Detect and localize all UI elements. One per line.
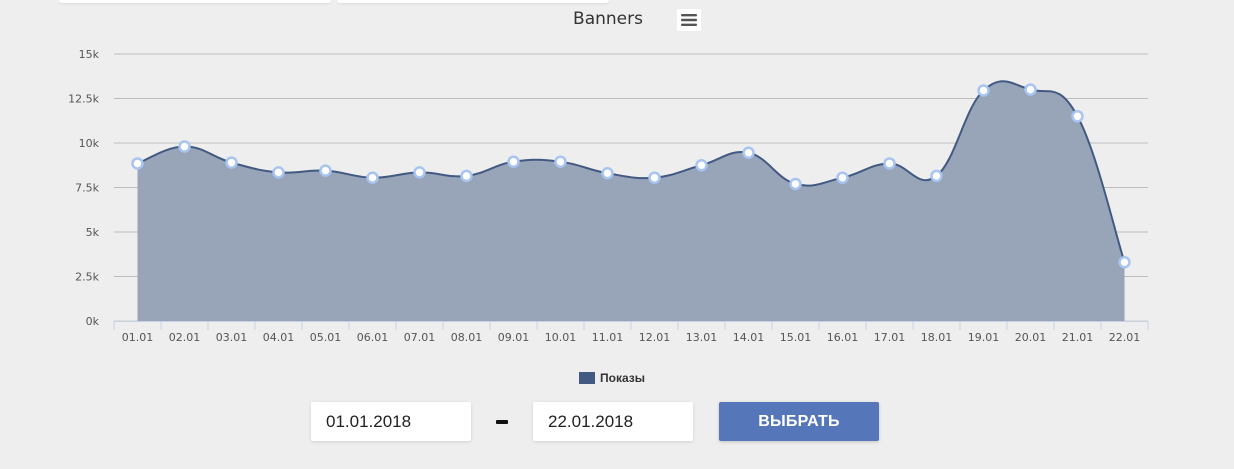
data-point <box>460 169 473 183</box>
data-point <box>1071 110 1084 123</box>
data-point <box>178 140 191 153</box>
x-tick-label: 10.01 <box>545 331 577 344</box>
x-tick-label: 18.01 <box>921 331 953 344</box>
x-tick-label: 09.01 <box>498 331 530 344</box>
x-tick-label: 21.01 <box>1062 331 1094 344</box>
y-tick-label: 15k <box>79 48 100 61</box>
x-tick-label: 03.01 <box>216 331 248 344</box>
y-tick-label: 12.5k <box>68 93 99 106</box>
data-point <box>930 169 943 183</box>
y-tick-label: 0k <box>86 315 100 328</box>
data-point <box>1024 83 1037 96</box>
data-point <box>836 171 849 184</box>
x-tick-label: 05.01 <box>310 331 342 344</box>
x-axis: 01.01 02.01 03.01 04.01 05.01 06.01 07.01 08.01… <box>113 321 1149 344</box>
x-tick-label: 16.01 <box>827 331 859 344</box>
data-point <box>554 155 567 168</box>
data-point <box>601 167 614 180</box>
y-tick-label: 2.5k <box>75 271 99 284</box>
x-tick-label: 06.01 <box>357 331 389 344</box>
x-tick-label: 07.01 <box>404 331 436 344</box>
y-axis: 0k 2.5k 5k 7.5k 10k 12.5k 15k <box>68 48 99 328</box>
data-point <box>131 157 144 170</box>
data-point <box>319 164 332 177</box>
data-point <box>1118 256 1131 269</box>
date-to-input[interactable] <box>533 402 693 441</box>
series-plot <box>131 80 1131 322</box>
x-tick-label: 08.01 <box>451 331 483 344</box>
area-chart: 0k2.5k5k7.5k10k12.5k15k 01.01 02.01 03.01 0… <box>68 48 1149 344</box>
x-tick-label: 12.01 <box>639 331 671 344</box>
select-button[interactable]: ВЫБРАТЬ <box>719 402 879 441</box>
x-tick-label: 19.01 <box>968 331 1000 344</box>
x-tick-label: 11.01 <box>592 331 624 344</box>
data-point <box>272 166 285 179</box>
legend-label: Показы <box>600 371 645 385</box>
x-tick-label: 13.01 <box>686 331 718 344</box>
data-point <box>789 177 802 191</box>
data-point <box>695 159 708 172</box>
date-from-input[interactable] <box>311 402 471 441</box>
data-point <box>366 171 379 184</box>
data-point <box>648 171 661 184</box>
data-point <box>507 155 520 168</box>
x-tick-label: 01.01 <box>122 331 154 344</box>
y-tick-label: 10k <box>79 137 100 150</box>
data-point <box>977 84 990 97</box>
x-tick-label: 17.01 <box>874 331 906 344</box>
x-tick-label: 02.01 <box>169 331 201 344</box>
x-tick-label: 14.01 <box>733 331 765 344</box>
data-point <box>225 156 238 169</box>
x-tick-label: 20.01 <box>1015 331 1047 344</box>
chart-legend[interactable]: Показы <box>579 371 645 385</box>
series-area <box>137 81 1125 322</box>
x-tick-label: 22.01 <box>1109 331 1141 344</box>
date-range-separator <box>496 420 508 424</box>
data-point <box>742 146 755 160</box>
x-tick-label: 04.01 <box>263 331 295 344</box>
x-tick-label: 15.01 <box>780 331 812 344</box>
y-tick-label: 5k <box>86 226 100 239</box>
legend-swatch <box>579 372 595 384</box>
y-tick-label: 7.5k <box>75 182 99 195</box>
data-point <box>413 166 426 179</box>
data-point <box>883 157 896 170</box>
